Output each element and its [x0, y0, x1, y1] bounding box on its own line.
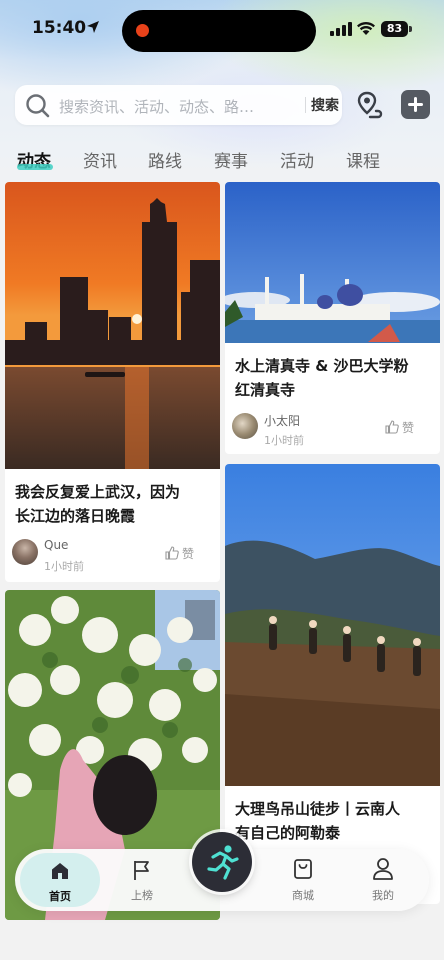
avatar[interactable] [232, 413, 258, 439]
card-title-line: 我会反复爱上武汉，因为 [15, 483, 181, 501]
tab-luxian[interactable]: 路线 [148, 147, 182, 172]
signal-icon [330, 22, 352, 36]
card-title-line: 长江边的落日晚霞 [15, 507, 136, 525]
like-button[interactable]: 赞 [165, 545, 194, 562]
thumbs-up-icon [165, 546, 179, 560]
card-image [5, 182, 220, 469]
tab-zixun[interactable]: 资讯 [83, 147, 117, 172]
nav-profile-label: 我的 [372, 889, 394, 902]
location-arrow-icon [87, 21, 99, 33]
card-title-line: 有自己的阿勒泰 [235, 824, 341, 842]
profile-icon [373, 858, 393, 880]
search-input[interactable]: 搜索资讯、活动、动态、路… [59, 96, 291, 117]
status-time: 15:40 [32, 18, 87, 38]
status-bar: 15:40 83 [0, 0, 444, 60]
thumbs-up-icon [385, 420, 399, 434]
active-tab-indicator [17, 164, 53, 170]
flag-icon [134, 861, 149, 880]
shop-icon [294, 859, 312, 879]
wifi-icon [357, 21, 375, 35]
tab-kecheng[interactable]: 课程 [346, 147, 380, 172]
card-title: 大理鸟吊山徒步丨云南人 有自己的阿勒泰 [235, 797, 400, 845]
add-post-button[interactable] [401, 90, 430, 119]
like-label: 赞 [402, 421, 415, 435]
card-title-line: 大理鸟吊山徒步丨云南人 [235, 800, 401, 818]
category-tabs: 动态 资讯 路线 赛事 活动 课程 [0, 143, 444, 177]
feed-card[interactable]: 水上清真寺 & 沙巴大学粉 红清真寺 小太阳 1小时前 赞 [225, 182, 440, 454]
card-image [225, 464, 440, 786]
author-name[interactable]: 小太阳 [264, 412, 300, 429]
dynamic-island [122, 10, 316, 52]
nav-shop[interactable]: 商城 [263, 849, 343, 911]
post-time: 1小时前 [44, 560, 84, 573]
battery-level: 83 [386, 22, 403, 35]
battery-icon: 83 [381, 21, 408, 37]
search-button[interactable]: 搜索 [311, 95, 339, 115]
card-image [225, 182, 440, 343]
nav-shop-label: 商城 [292, 889, 314, 902]
card-title: 我会反复爱上武汉，因为 长江边的落日晚霞 [15, 480, 180, 528]
feed-card[interactable]: 我会反复爱上武汉，因为 长江边的落日晚霞 Que 1小时前 赞 [5, 182, 220, 582]
post-time: 1小时前 [264, 434, 304, 447]
nav-profile[interactable]: 我的 [343, 849, 423, 911]
start-run-button[interactable] [192, 832, 252, 892]
nav-home[interactable]: 首页 [20, 853, 100, 907]
author-name[interactable]: Que [44, 538, 68, 552]
recording-indicator [136, 24, 149, 37]
search-bar[interactable]: 搜索资讯、活动、动态、路… 搜索 [15, 85, 342, 125]
feed-card[interactable]: 大理鸟吊山徒步丨云南人 有自己的阿勒泰 [225, 464, 440, 904]
card-title-line: 红清真寺 [235, 381, 296, 399]
like-label: 赞 [182, 547, 195, 561]
card-title-line: 水上清真寺 & 沙巴大学粉 [235, 357, 409, 375]
tab-huodong[interactable]: 活动 [280, 147, 314, 172]
battery-cap [409, 26, 412, 32]
like-button[interactable]: 赞 [385, 419, 414, 436]
nav-home-label: 首页 [49, 890, 71, 903]
nav-ranking-label: 上榜 [131, 889, 153, 902]
running-icon [207, 845, 239, 880]
tab-saishi[interactable]: 赛事 [214, 147, 248, 172]
nav-ranking[interactable]: 上榜 [102, 849, 182, 911]
route-icon[interactable] [356, 90, 386, 120]
search-icon [26, 94, 50, 118]
card-title: 水上清真寺 & 沙巴大学粉 红清真寺 [235, 354, 409, 402]
avatar[interactable] [12, 539, 38, 565]
search-divider [305, 97, 306, 113]
home-icon [52, 863, 68, 879]
